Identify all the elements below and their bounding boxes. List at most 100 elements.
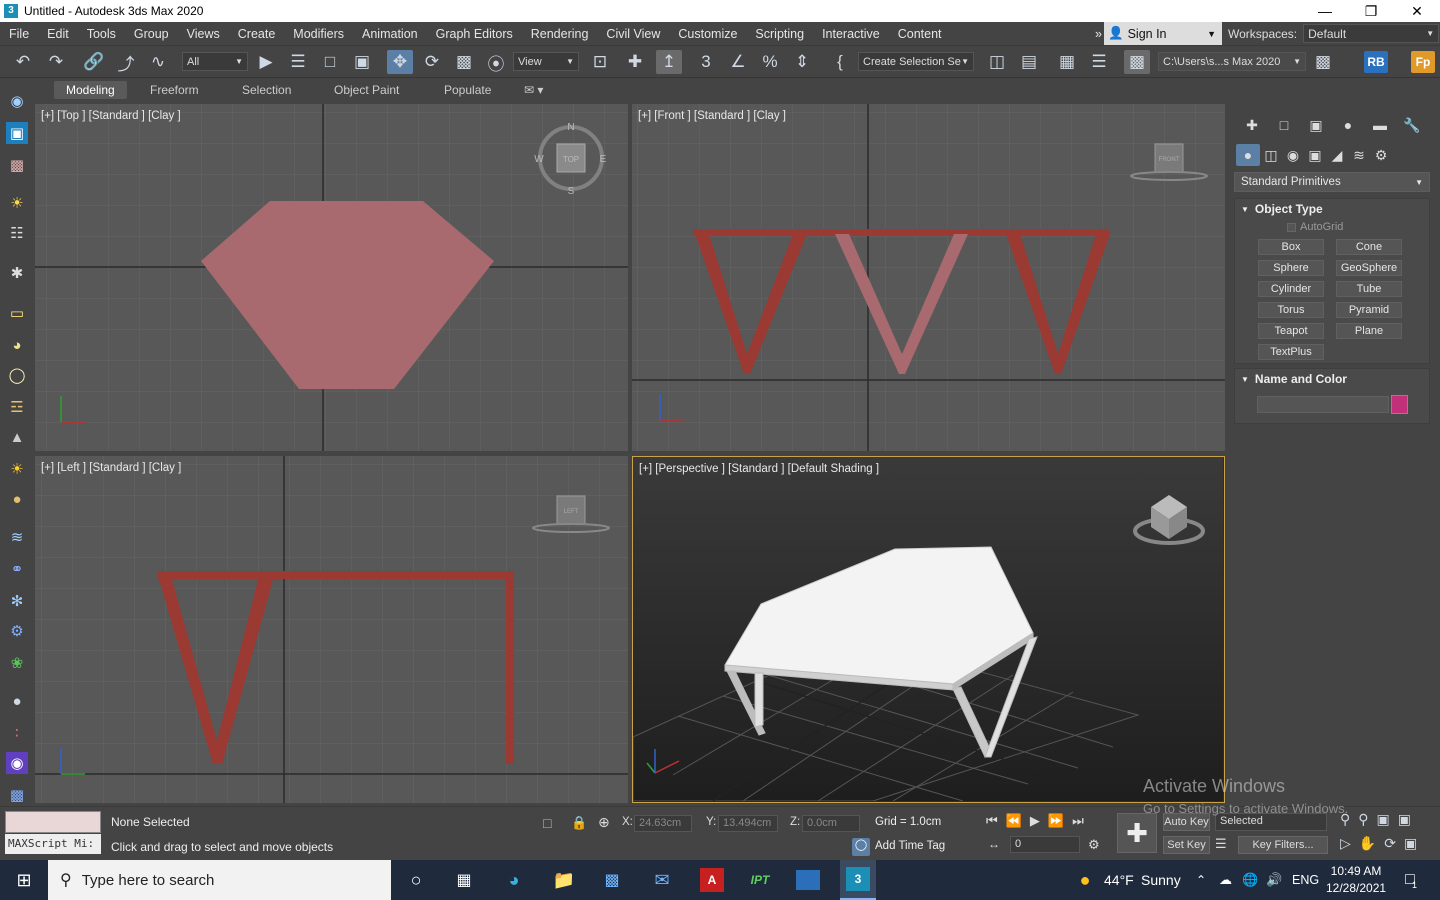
menu-animation[interactable]: Animation: [353, 27, 427, 41]
maximize-button[interactable]: ❐: [1348, 0, 1394, 22]
undo-icon[interactable]: ↶: [10, 50, 36, 74]
gear-icon[interactable]: ⚙: [6, 620, 28, 642]
plane-icon[interactable]: ▭: [6, 302, 28, 324]
photos-icon[interactable]: [790, 860, 826, 900]
sphere-button[interactable]: Sphere: [1258, 260, 1324, 276]
go-to-end-icon[interactable]: ⏭: [1072, 813, 1092, 828]
geometry-icon[interactable]: ●: [1236, 144, 1260, 166]
volume-icon[interactable]: 🔊: [1266, 860, 1282, 900]
eye-icon[interactable]: ◉: [6, 90, 28, 112]
go-to-start-icon[interactable]: ⏮: [986, 813, 1006, 828]
edit-named-selection-icon[interactable]: {: [827, 50, 853, 74]
photo-icon[interactable]: ▩: [6, 154, 28, 176]
display-tab-icon[interactable]: ▬: [1364, 114, 1396, 136]
particles-icon[interactable]: ≋: [6, 526, 28, 548]
textplus-button[interactable]: TextPlus: [1258, 344, 1324, 360]
select-and-move-icon[interactable]: ✥: [387, 50, 413, 74]
menu-interactive[interactable]: Interactive: [813, 27, 889, 41]
viewport-perspective[interactable]: [+] [Perspective ] [Standard ] [Default …: [632, 456, 1225, 803]
menu-views[interactable]: Views: [178, 27, 229, 41]
shapes-icon[interactable]: ◫: [1260, 144, 1282, 166]
menu-content[interactable]: Content: [889, 27, 951, 41]
modify-tab-icon[interactable]: □: [1268, 114, 1300, 136]
material-sphere-icon[interactable]: ●: [6, 690, 28, 712]
plane-button[interactable]: Plane: [1336, 323, 1402, 339]
z-coordinate-field[interactable]: 0.0cm: [802, 815, 860, 832]
onedrive-icon[interactable]: ☁: [1219, 860, 1232, 900]
geosphere-button[interactable]: GeoSphere: [1336, 260, 1402, 276]
selection-filter-dropdown[interactable]: All ▼: [182, 52, 248, 71]
window-crossing-icon[interactable]: ▣: [349, 50, 375, 74]
helpers-icon[interactable]: ◢: [1326, 144, 1348, 166]
tab-object-paint[interactable]: Object Paint: [322, 81, 411, 99]
clock[interactable]: 10:49 AM 12/28/2021: [1326, 863, 1386, 897]
ipt-icon[interactable]: IPT: [742, 860, 778, 900]
y-coordinate-field[interactable]: 13.494cm: [718, 815, 778, 832]
render-setup-icon[interactable]: ▩: [6, 784, 28, 806]
viewport-left[interactable]: LEFT [+] [Left ] [Standard ] [Clay ]: [35, 456, 628, 803]
basket-icon[interactable]: ☲: [6, 396, 28, 418]
language-indicator[interactable]: ENG: [1292, 860, 1319, 900]
tab-selection[interactable]: Selection: [230, 81, 303, 99]
space-warps-icon[interactable]: ≋: [1348, 144, 1370, 166]
play-icon[interactable]: ▶: [1030, 813, 1048, 828]
time-configuration-icon[interactable]: ⚙: [1088, 837, 1100, 853]
previous-frame-icon[interactable]: ⏪: [1006, 813, 1030, 828]
task-view-icon[interactable]: ▦: [446, 860, 482, 900]
weather-text[interactable]: Sunny: [1141, 860, 1181, 900]
dome-icon[interactable]: ◕: [6, 334, 28, 356]
viewport-perspective-label[interactable]: [+] [Perspective ] [Standard ] [Default …: [639, 463, 879, 475]
teapot-button[interactable]: Teapot: [1258, 323, 1324, 339]
set-key-button[interactable]: Set Key: [1163, 836, 1210, 854]
maximize-viewport-icon[interactable]: ▣: [1404, 835, 1425, 851]
zoom-extents-all-icon[interactable]: ▣: [1398, 811, 1419, 827]
project-folder-dropdown[interactable]: C:\Users\s...s Max 2020 ▼: [1158, 52, 1306, 71]
select-by-name-icon[interactable]: ☰: [285, 50, 311, 74]
maxscript-listener[interactable]: MAXScript Mi:: [5, 834, 101, 854]
keyboard-shortcut-override-icon[interactable]: ↥: [656, 50, 682, 74]
menu-modifiers[interactable]: Modifiers: [284, 27, 353, 41]
snaps-toggle-icon[interactable]: 3: [693, 50, 719, 74]
object-type-header[interactable]: ▼ Object Type: [1235, 199, 1429, 219]
autogrid-checkbox[interactable]: AutoGrid: [1287, 221, 1343, 233]
object-name-input[interactable]: [1257, 396, 1389, 413]
pan-icon[interactable]: ✋: [1359, 835, 1384, 851]
workspaces-select[interactable]: Default ▼: [1303, 24, 1440, 43]
taskbar-search[interactable]: ⚲ Type here to search: [48, 860, 391, 900]
add-time-tag[interactable]: Add Time Tag: [875, 840, 945, 852]
weather-sun-icon[interactable]: ●: [1074, 860, 1096, 900]
cortana-icon[interactable]: ○: [398, 860, 434, 900]
menu-rendering[interactable]: Rendering: [522, 27, 598, 41]
network-icon[interactable]: 🌐: [1242, 860, 1258, 900]
create-tab-icon[interactable]: ✚: [1236, 114, 1268, 136]
scene-explorer-icon[interactable]: ▦: [1054, 50, 1080, 74]
3dsmax-taskbar-icon[interactable]: 3: [840, 860, 876, 900]
select-and-scale-icon[interactable]: ▩: [451, 50, 477, 74]
camera-icon[interactable]: ▣: [6, 122, 28, 144]
layer-explorer-icon[interactable]: ☰: [1086, 50, 1112, 74]
set-key-large-icon[interactable]: ✚: [1117, 813, 1157, 853]
file-explorer-icon[interactable]: 📁: [546, 860, 582, 900]
render-icon[interactable]: ◉: [6, 752, 28, 774]
chevron-up-icon[interactable]: ⌃: [1196, 860, 1206, 900]
primitive-type-dropdown[interactable]: Standard Primitives ▼: [1234, 172, 1430, 192]
sign-in-button[interactable]: 👤 Sign In ▼: [1104, 22, 1222, 45]
ribbon-options-icon[interactable]: ✉ ▾: [512, 81, 555, 99]
isolate-selection-icon[interactable]: □: [543, 815, 551, 831]
menu-graph-editors[interactable]: Graph Editors: [427, 27, 522, 41]
hierarchy-tab-icon[interactable]: ▣: [1300, 114, 1332, 136]
menu-create[interactable]: Create: [229, 27, 285, 41]
current-frame-field[interactable]: 0: [1010, 836, 1080, 853]
tube-button[interactable]: Tube: [1336, 281, 1402, 297]
cameras-icon[interactable]: ▣: [1304, 144, 1326, 166]
menu-edit[interactable]: Edit: [38, 27, 78, 41]
edge-icon[interactable]: ◕: [496, 860, 532, 900]
menu-customize[interactable]: Customize: [669, 27, 746, 41]
torus-button[interactable]: Torus: [1258, 302, 1324, 318]
field-of-view-icon[interactable]: ▷: [1340, 835, 1359, 851]
unlink-icon[interactable]: ⤴: [113, 50, 139, 74]
box-button[interactable]: Box: [1258, 239, 1324, 255]
light-icon[interactable]: ☀: [6, 192, 28, 214]
next-frame-icon[interactable]: ⏩: [1048, 813, 1072, 828]
viewport-left-label[interactable]: [+] [Left ] [Standard ] [Clay ]: [41, 462, 181, 474]
